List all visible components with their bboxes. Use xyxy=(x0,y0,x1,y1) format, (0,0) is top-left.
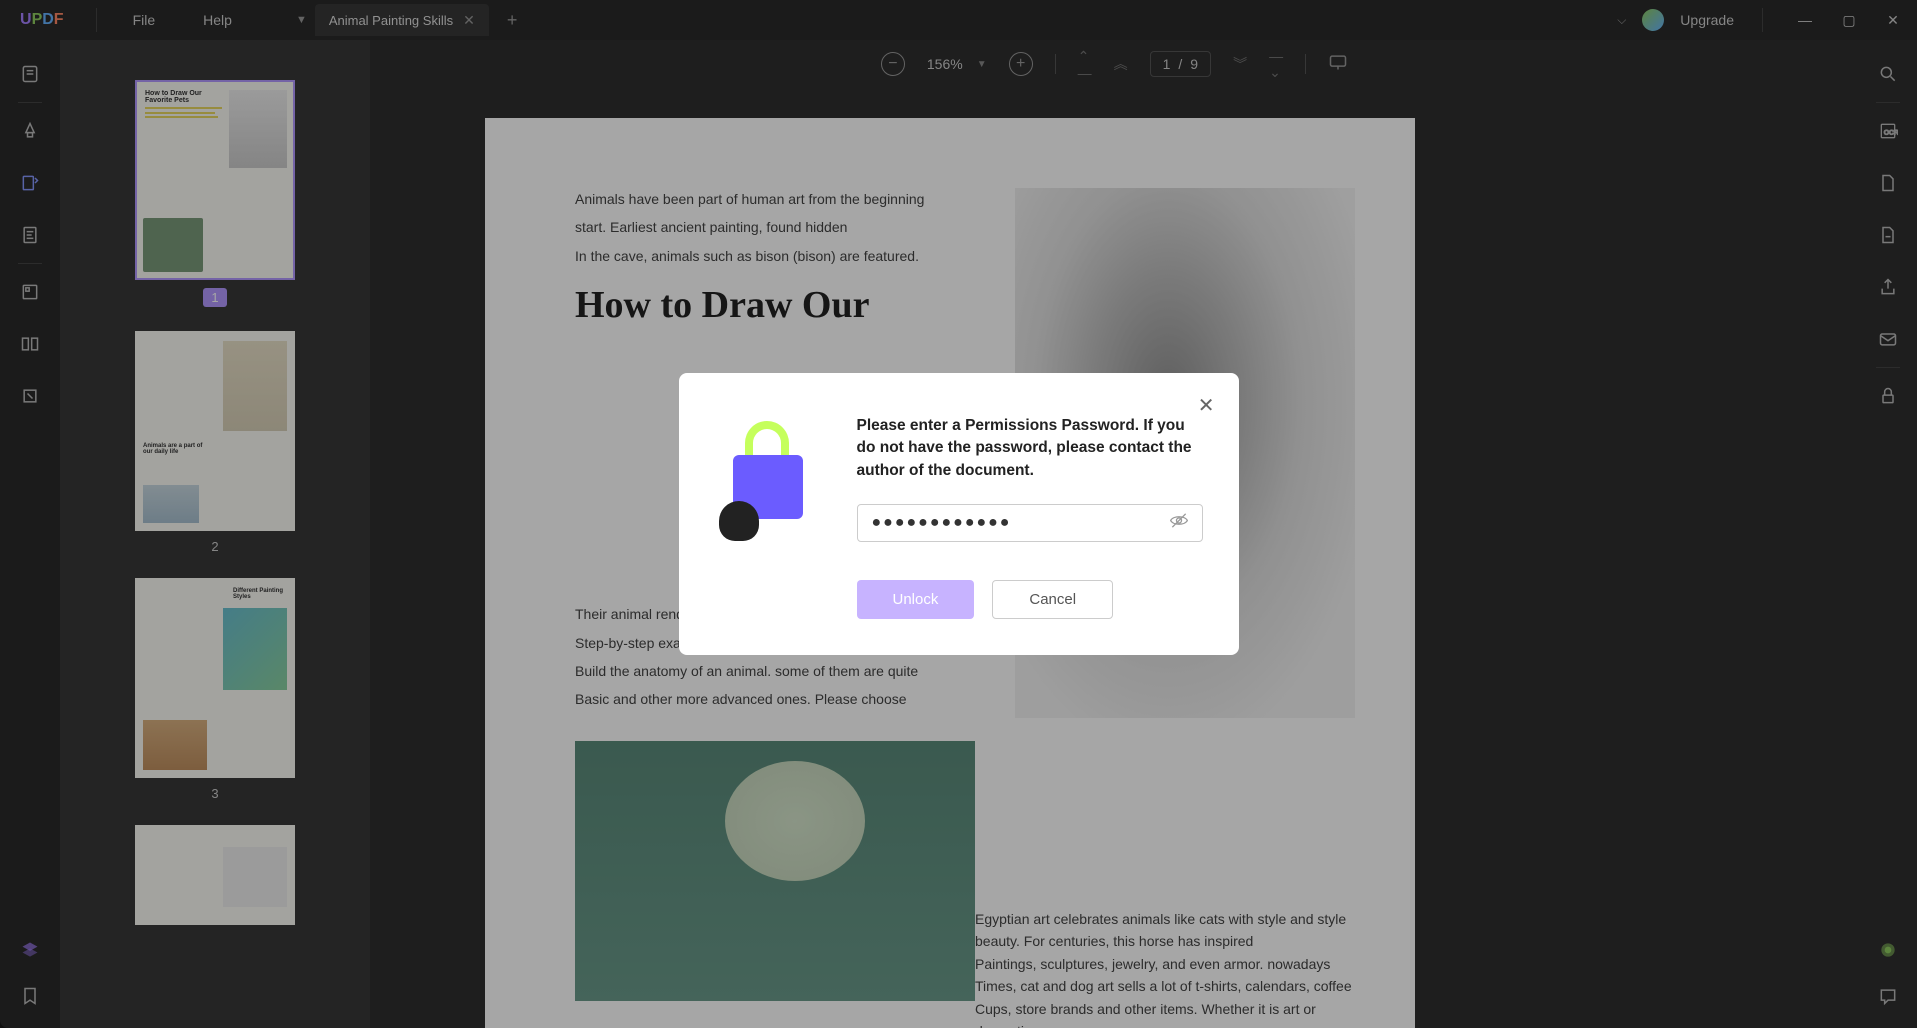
password-modal: ✕ Please enter a Permissions Password. I… xyxy=(679,373,1239,655)
modal-close-icon[interactable]: ✕ xyxy=(1198,393,1215,418)
password-input-wrap xyxy=(857,504,1203,542)
cancel-button[interactable]: Cancel xyxy=(992,580,1113,619)
modal-overlay: ✕ Please enter a Permissions Password. I… xyxy=(0,0,1917,1028)
modal-message: Please enter a Permissions Password. If … xyxy=(857,415,1203,482)
lock-illustration xyxy=(715,415,825,535)
password-input[interactable] xyxy=(857,504,1203,542)
modal-buttons: Unlock Cancel xyxy=(857,580,1203,619)
toggle-password-visibility-icon[interactable] xyxy=(1169,511,1189,536)
unlock-button[interactable]: Unlock xyxy=(857,580,975,619)
